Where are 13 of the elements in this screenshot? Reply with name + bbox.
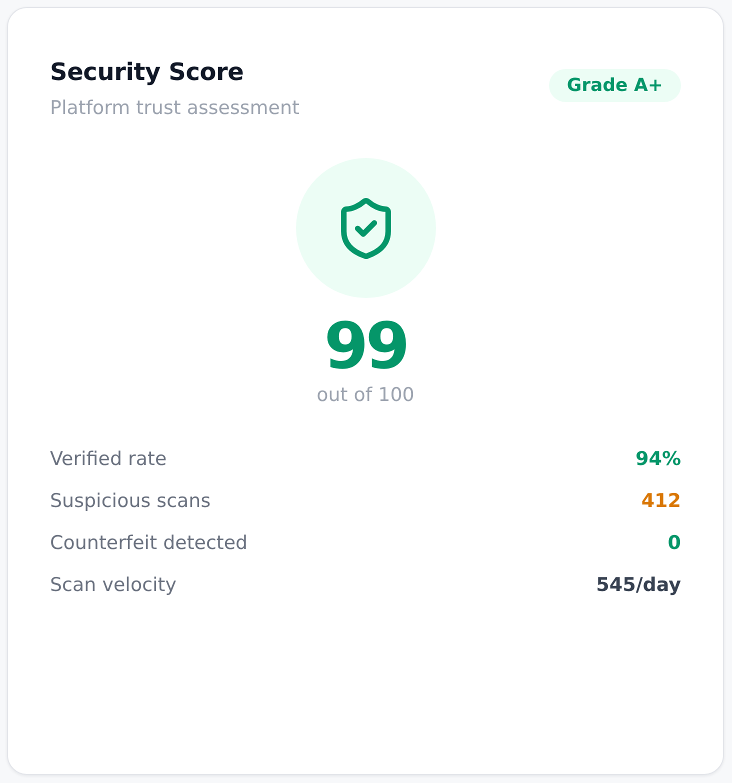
metric-label: Counterfeit detected bbox=[50, 531, 248, 555]
grade-badge: Grade A+ bbox=[548, 69, 681, 102]
metric-label: Verified rate bbox=[50, 447, 167, 471]
metric-value: 0 bbox=[668, 531, 681, 555]
metric-value: 412 bbox=[641, 489, 681, 513]
card-subtitle: Platform trust assessment bbox=[50, 96, 300, 121]
metric-label: Scan velocity bbox=[50, 573, 176, 597]
card-title: Security Score bbox=[50, 57, 245, 87]
metric-value: 94% bbox=[636, 447, 681, 471]
metric-label: Suspicious scans bbox=[50, 489, 211, 513]
metric-value: 545/day bbox=[596, 573, 681, 597]
score-value: 99 bbox=[324, 311, 408, 383]
score-caption: out of 100 bbox=[316, 383, 414, 407]
